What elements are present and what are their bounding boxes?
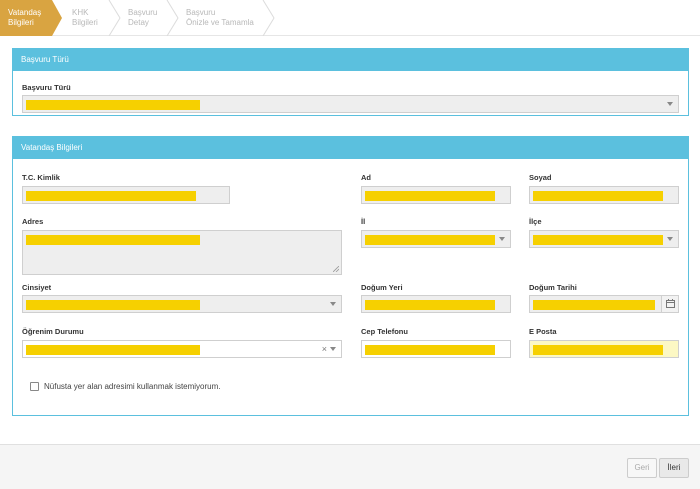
wizard-footer: Geri İleri — [0, 444, 700, 489]
adres-label: Adres — [22, 217, 44, 226]
panel-title: Başvuru Türü — [13, 49, 688, 71]
chevron-down-icon — [330, 347, 336, 351]
step-separator — [166, 0, 179, 36]
redaction-mask — [365, 235, 495, 245]
panel-title: Vatandaş Bilgileri — [13, 137, 688, 159]
calendar-icon — [666, 299, 675, 308]
adres-textarea[interactable] — [22, 230, 342, 275]
application-type-panel: Başvuru Türü Başvuru Türü — [12, 48, 689, 116]
redaction-mask — [365, 191, 495, 201]
redaction-mask — [533, 235, 663, 245]
ogrenim-select[interactable]: × — [22, 340, 342, 358]
back-button[interactable]: Geri — [627, 458, 657, 478]
dogum-yeri-field[interactable] — [361, 295, 511, 313]
step-separator — [108, 0, 121, 36]
redaction-mask — [365, 345, 495, 355]
dogum-tarihi-field[interactable] — [529, 295, 679, 313]
application-type-select[interactable] — [22, 95, 679, 113]
redaction-mask — [26, 300, 200, 310]
clear-icon[interactable]: × — [322, 344, 327, 354]
tc-kimlik-field[interactable] — [22, 186, 230, 204]
next-button[interactable]: İleri — [659, 458, 689, 478]
step-label-line1: Başvuru — [186, 8, 216, 17]
step-label-line2: Detay — [128, 18, 149, 27]
chevron-down-icon — [667, 102, 673, 106]
step-khk-bilgileri[interactable]: KHK Bilgileri — [72, 0, 112, 36]
ogrenim-label: Öğrenim Durumu — [22, 327, 84, 336]
tc-kimlik-label: T.C. Kimlik — [22, 173, 60, 182]
dogum-tarihi-label: Doğum Tarihi — [529, 283, 577, 292]
ilce-label: İlçe — [529, 217, 542, 226]
ilce-select[interactable] — [529, 230, 679, 248]
redaction-mask — [533, 345, 663, 355]
redaction-mask — [26, 191, 196, 201]
step-onizle-tamamla[interactable]: Başvuru Önizle ve Tamamla — [186, 0, 266, 36]
application-type-label: Başvuru Türü — [22, 83, 71, 92]
resize-handle-icon[interactable] — [333, 266, 339, 272]
step-separator — [262, 0, 275, 36]
redaction-mask — [533, 191, 663, 201]
redaction-mask — [26, 100, 200, 110]
cinsiyet-select[interactable] — [22, 295, 342, 313]
cep-telefonu-label: Cep Telefonu — [361, 327, 408, 336]
step-basvuru-detay[interactable]: Başvuru Detay — [128, 0, 168, 36]
eposta-label: E Posta — [529, 327, 557, 336]
step-label-line1: Vatandaş — [8, 8, 42, 17]
use-other-address-label: Nüfusta yer alan adresimi kullanmak iste… — [44, 382, 221, 391]
soyad-label: Soyad — [529, 173, 552, 182]
redaction-mask — [533, 300, 655, 310]
wizard-stepper: Vatandaş Bilgileri KHK Bilgileri Başvuru… — [0, 0, 700, 36]
cep-telefonu-field[interactable] — [361, 340, 511, 358]
step-label-line2: Bilgileri — [72, 18, 98, 27]
citizen-info-panel: Vatandaş Bilgileri T.C. Kimlik Ad Soyad … — [12, 136, 689, 416]
step-label-line1: Başvuru — [128, 8, 158, 17]
soyad-field[interactable] — [529, 186, 679, 204]
il-select[interactable] — [361, 230, 511, 248]
eposta-field[interactable] — [529, 340, 679, 358]
form-content: Başvuru Türü Başvuru Türü Vatandaş Bilgi… — [0, 36, 700, 444]
step-arrow — [52, 0, 62, 36]
calendar-button[interactable] — [661, 296, 678, 312]
cinsiyet-label: Cinsiyet — [22, 283, 52, 292]
redaction-mask — [365, 300, 495, 310]
step-vatandas-bilgileri[interactable]: Vatandaş Bilgileri — [0, 0, 52, 36]
step-label-line2: Bilgileri — [8, 18, 34, 27]
il-label: İl — [361, 217, 366, 226]
ad-field[interactable] — [361, 186, 511, 204]
step-label-line2: Önizle ve Tamamla — [186, 18, 254, 27]
chevron-down-icon — [499, 237, 505, 241]
redaction-mask — [26, 235, 200, 245]
chevron-down-icon — [667, 237, 673, 241]
ad-label: Ad — [361, 173, 371, 182]
redaction-mask — [26, 345, 200, 355]
dogum-yeri-label: Doğum Yeri — [361, 283, 403, 292]
step-label-line1: KHK — [72, 8, 89, 17]
chevron-down-icon — [330, 302, 336, 306]
use-other-address-checkbox[interactable] — [30, 382, 39, 391]
